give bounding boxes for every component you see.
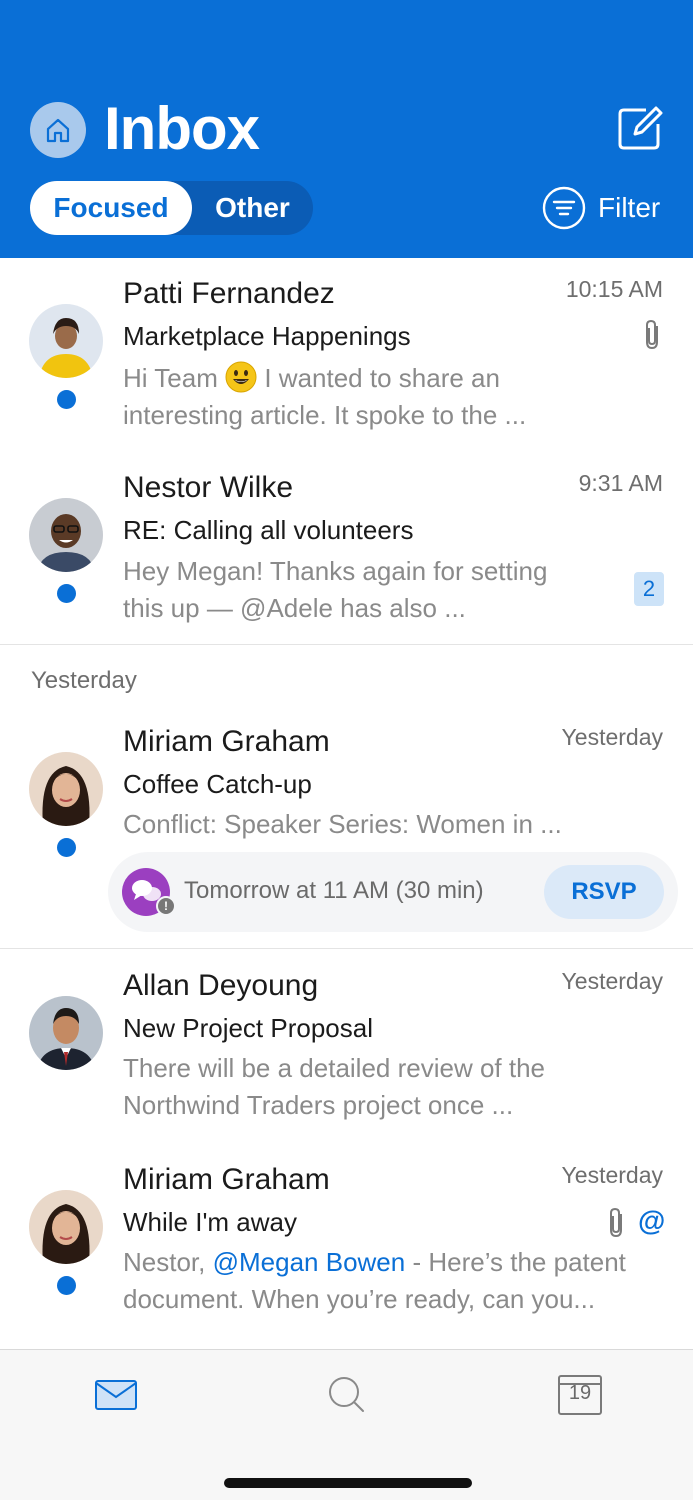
email-time: Yesterday [561, 1162, 663, 1188]
home-indicator [224, 1478, 472, 1488]
avatar [29, 1190, 103, 1264]
email-sender: Miriam Graham [123, 1163, 330, 1196]
email-subject: RE: Calling all volunteers [123, 515, 414, 545]
mention-icon: @ [638, 1205, 666, 1236]
rsvp-button[interactable]: RSVP [544, 865, 664, 919]
page-title: Inbox [104, 95, 260, 162]
home-button[interactable] [30, 102, 86, 158]
avatar [29, 752, 103, 826]
filter-icon [542, 186, 586, 230]
email-subject: While I'm away [123, 1207, 298, 1237]
email-sender: Nestor Wilke [123, 471, 294, 504]
email-subject: Coffee Catch-up [123, 769, 312, 799]
search-icon [329, 1377, 364, 1412]
compose-icon[interactable] [616, 104, 664, 152]
avatar [29, 498, 103, 572]
divider [0, 948, 693, 949]
email-sender: Patti Fernandez [123, 277, 335, 310]
calendar-day: 19 [568, 1382, 592, 1404]
unread-indicator [57, 390, 76, 409]
divider [0, 644, 693, 645]
mail-icon [95, 1380, 137, 1410]
email-row[interactable]: Miriam Graham Yesterday While I'm away @… [0, 1144, 693, 1348]
mention-link[interactable]: @Megan Bowen [213, 1247, 406, 1277]
section-header-yesterday: Yesterday [31, 667, 137, 694]
tab-focused[interactable]: Focused [30, 181, 192, 235]
tab-mail[interactable] [91, 1370, 141, 1420]
tab-other[interactable]: Other [192, 181, 313, 235]
email-row[interactable]: Patti Fernandez 10:15 AM Marketplace Hap… [0, 258, 693, 448]
attachment-icon [646, 319, 658, 350]
filter-label: Filter [598, 192, 661, 223]
attachment-icon [610, 1207, 622, 1238]
email-sender: Miriam Graham [123, 725, 330, 758]
email-subject: Marketplace Happenings [123, 321, 411, 351]
app-header: Inbox Focused Other Filter [0, 0, 693, 258]
smiley-emoji-icon [225, 361, 257, 393]
event-card[interactable]: ! Tomorrow at 11 AM (30 min) RSVP [108, 852, 678, 932]
avatar [29, 996, 103, 1070]
avatar [29, 304, 103, 378]
email-preview: There will be a detailed review of the N… [123, 1053, 546, 1120]
email-row[interactable]: Nestor Wilke 9:31 AM RE: Calling all vol… [0, 452, 693, 644]
unread-indicator [57, 1276, 76, 1295]
tab-search[interactable] [322, 1370, 372, 1420]
email-time: Yesterday [561, 724, 663, 750]
email-time: Yesterday [561, 968, 663, 994]
email-time: 10:15 AM [565, 276, 663, 302]
email-row[interactable]: Allan Deyoung Yesterday New Project Prop… [0, 950, 693, 1140]
email-preview: Hey Megan! Thanks again for setting this… [123, 556, 548, 623]
warning-icon: ! [156, 896, 176, 916]
inbox-tab-switcher: Focused Other [30, 181, 313, 235]
email-subject: New Project Proposal [123, 1013, 373, 1043]
unread-indicator [57, 838, 76, 857]
email-preview: Nestor, @Megan Bowen - Here’s the patent… [123, 1247, 626, 1314]
tab-calendar[interactable]: 19 [555, 1370, 605, 1420]
email-time: 9:31 AM [578, 470, 663, 496]
home-icon [46, 118, 70, 143]
thread-count-badge: 2 [634, 572, 664, 606]
email-preview: Conflict: Speaker Series: Women in ... [123, 809, 562, 839]
unread-indicator [57, 584, 76, 603]
event-time: Tomorrow at 11 AM (30 min) [184, 877, 484, 904]
filter-button[interactable]: Filter [542, 186, 660, 230]
email-preview: Hi Team I wanted to share an interesting… [123, 361, 527, 430]
email-sender: Allan Deyoung [123, 969, 319, 1002]
